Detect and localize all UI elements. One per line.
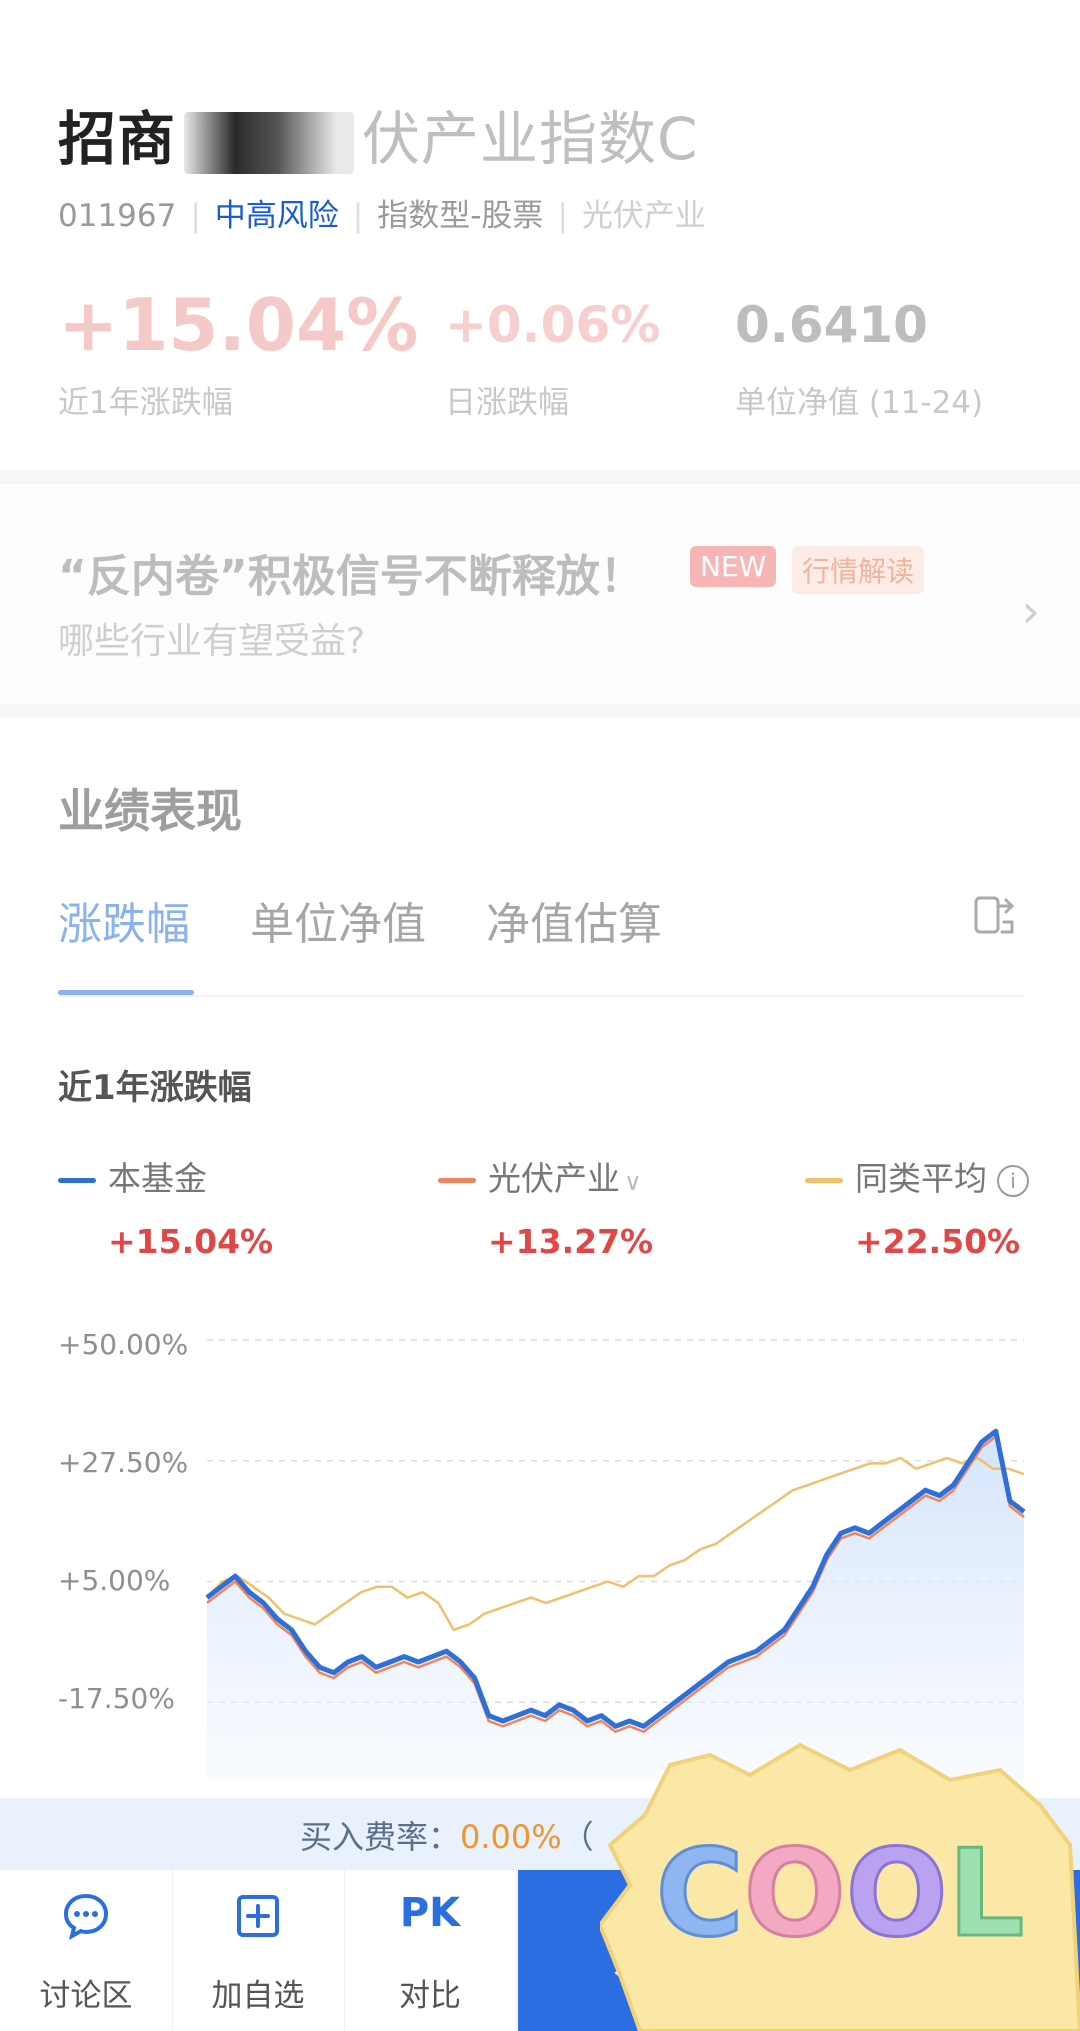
chevron-down-icon: ∨ xyxy=(624,1168,642,1196)
legend-index[interactable]: 光伏产业 ∨ +13.27% xyxy=(438,1152,653,1261)
fund-title-suffix: 伏产业指数C xyxy=(362,105,699,173)
info-icon[interactable]: i xyxy=(997,1164,1029,1197)
legend-swatch xyxy=(805,1178,843,1183)
legend-peer: 同类平均 i +22.50% xyxy=(805,1152,1029,1261)
section-title: 业绩表现 xyxy=(58,784,242,838)
performance-tabs: 涨跌幅 单位净值 净值估算 xyxy=(58,888,708,952)
fee-rate: 0.00% xyxy=(460,1818,562,1856)
legend-swatch xyxy=(58,1178,96,1183)
tab-change[interactable]: 涨跌幅 xyxy=(58,888,190,952)
day-change-stat: +0.06% 日涨跌幅 xyxy=(445,285,660,422)
legend-label: 同类平均 xyxy=(855,1159,987,1198)
year-change-stat: +15.04% 近1年涨跌幅 xyxy=(58,285,418,422)
legend-label: 光伏产业 xyxy=(488,1159,620,1198)
tab-estimate[interactable]: 净值估算 xyxy=(486,888,662,952)
day-change-value: +0.06% xyxy=(445,296,661,354)
discuss-button[interactable]: 讨论区 xyxy=(0,1870,173,2031)
discuss-label: 讨论区 xyxy=(39,1978,133,2014)
add-square-icon xyxy=(237,1895,279,1937)
cool-sticker: COOL xyxy=(600,1742,1080,2031)
sticker-text: COOL xyxy=(656,1825,1025,1964)
redacted-mask xyxy=(184,111,355,174)
news-headline: “反内卷”积极信号不断释放！ xyxy=(58,551,644,602)
news-subline: 哪些行业有望受益? xyxy=(58,621,366,662)
legend-value: +13.27% xyxy=(488,1222,654,1261)
fee-text: 买入费率：0.00%（ xyxy=(300,1812,594,1858)
share-icon[interactable] xyxy=(972,892,1018,938)
tab-nav[interactable]: 单位净值 xyxy=(250,888,426,952)
fee-label: 买入费率： xyxy=(300,1818,461,1856)
legend-value: +15.04% xyxy=(108,1222,274,1261)
fund-title: 招商 伏产业指数C xyxy=(58,92,699,176)
chat-bubble-icon xyxy=(63,1893,109,1940)
chart-subtitle: 近1年涨跌幅 xyxy=(58,1068,252,1108)
fund-code: 011967 xyxy=(58,198,177,234)
legend-label: 本基金 xyxy=(108,1159,207,1198)
year-change-value: +15.04% xyxy=(58,283,419,367)
pk-icon: PK xyxy=(399,1890,461,1936)
fee-suffix: （ xyxy=(561,1818,594,1856)
fund-type: 指数型-股票 xyxy=(377,198,544,234)
nav-stat: 0.6410 单位净值 (11-24) xyxy=(735,285,983,422)
news-banner[interactable]: “反内卷”积极信号不断释放！ NEW 行情解读 哪些行业有望受益? › xyxy=(0,484,1080,704)
chevron-right-icon: › xyxy=(1021,584,1040,638)
compare-button[interactable]: PK 对比 xyxy=(344,1870,517,2031)
year-change-label: 近1年涨跌幅 xyxy=(58,385,233,421)
new-badge: NEW xyxy=(690,546,777,587)
legend-swatch xyxy=(438,1178,476,1183)
market-analysis-badge: 行情解读 xyxy=(792,546,925,594)
risk-level[interactable]: 中高风险 xyxy=(215,198,339,234)
tab-divider xyxy=(58,995,1024,997)
legend-fund: 本基金 +15.04% xyxy=(58,1152,273,1261)
add-watchlist-button[interactable]: 加自选 xyxy=(172,1870,345,2031)
compare-label: 对比 xyxy=(399,1978,461,2014)
nav-value: 0.6410 xyxy=(735,296,928,354)
day-change-label: 日涨跌幅 xyxy=(445,385,569,421)
nav-label: 单位净值 (11-24) xyxy=(735,385,984,421)
divider xyxy=(0,704,1080,718)
divider xyxy=(0,470,1080,484)
legend-value: +22.50% xyxy=(855,1222,1021,1261)
fund-sector[interactable]: 光伏产业 xyxy=(582,198,706,234)
watchlist-label: 加自选 xyxy=(211,1978,305,2014)
fund-meta: 011967 | 中高风险 | 指数型-股票 | 光伏产业 xyxy=(58,198,706,234)
fund-title-prefix: 招商 xyxy=(58,105,177,173)
